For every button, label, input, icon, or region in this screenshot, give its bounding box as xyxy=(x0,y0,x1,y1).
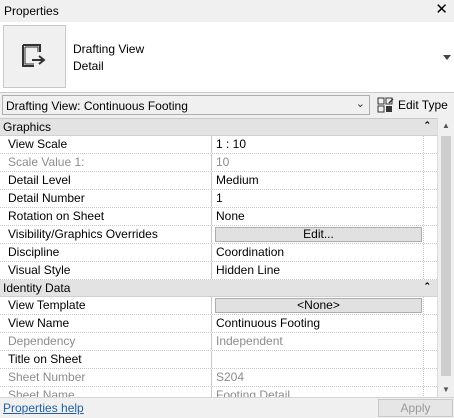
property-value[interactable]: Coordination xyxy=(213,244,424,261)
edit-type-button[interactable]: Edit Type xyxy=(377,94,453,116)
property-name: Title on Sheet xyxy=(0,351,212,368)
palette-title: Properties xyxy=(4,4,59,18)
property-value: 10 xyxy=(213,154,424,171)
collapse-icon[interactable]: ⌃ xyxy=(423,120,431,131)
instance-filter-dropdown[interactable]: Drafting View: Continuous Footing ⌄ xyxy=(2,95,370,115)
property-row: Title on Sheet xyxy=(0,351,437,369)
instance-selector-row: Drafting View: Continuous Footing ⌄ Edit… xyxy=(0,93,454,117)
property-row: Sheet Number S204 xyxy=(0,369,437,387)
property-row: View Template <None> xyxy=(0,297,437,315)
chevron-down-icon: ⌄ xyxy=(355,98,365,110)
properties-grid: Graphics ⌃ View Scale 1 : 10 Scale Value 1: 1… xyxy=(0,118,437,398)
property-value[interactable] xyxy=(213,351,424,368)
close-icon[interactable]: ✕ xyxy=(435,2,448,18)
type-dropdown-icon[interactable] xyxy=(443,55,451,60)
title-bar: Properties ✕ xyxy=(0,0,454,23)
property-row: Visual Style Hidden Line xyxy=(0,262,437,280)
property-value[interactable]: 1 : 10 xyxy=(213,136,424,153)
scroll-down-icon[interactable]: ▼ xyxy=(442,385,450,394)
scrollbar-thumb[interactable] xyxy=(441,136,451,376)
property-value[interactable]: Edit... xyxy=(213,226,424,243)
property-row: Detail Number 1 xyxy=(0,190,437,208)
edit-type-label: Edit Type xyxy=(398,98,448,112)
property-edit-button[interactable]: Edit... xyxy=(215,227,422,242)
property-value[interactable]: Hidden Line xyxy=(213,262,424,279)
property-name: Rotation on Sheet xyxy=(0,208,212,225)
group-title: Graphics xyxy=(3,120,52,134)
property-row: Scale Value 1: 10 xyxy=(0,154,437,172)
property-name: Visibility/Graphics Overrides xyxy=(0,226,212,243)
property-name: View Template xyxy=(0,297,212,314)
edit-type-icon xyxy=(377,97,394,113)
property-name: Detail Level xyxy=(0,172,212,189)
property-row: Visibility/Graphics Overrides Edit... xyxy=(0,226,437,244)
group-title: Identity Data xyxy=(3,281,71,295)
property-value: S204 xyxy=(213,369,424,386)
apply-button[interactable]: Apply xyxy=(378,399,453,417)
property-name: Sheet Number xyxy=(0,369,212,386)
property-value[interactable]: Continuous Footing xyxy=(213,315,424,332)
property-value[interactable]: 1 xyxy=(213,190,424,207)
properties-help-link[interactable]: Properties help xyxy=(3,401,84,415)
property-row: Dependency Independent xyxy=(0,333,437,351)
property-row: View Scale 1 : 10 xyxy=(0,136,437,154)
property-name: View Scale xyxy=(0,136,212,153)
collapse-icon[interactable]: ⌃ xyxy=(423,281,431,292)
property-name: Detail Number xyxy=(0,190,212,207)
property-name: Discipline xyxy=(0,244,212,261)
instance-filter-value: Drafting View: Continuous Footing xyxy=(6,99,188,113)
property-value: Independent xyxy=(213,333,424,350)
property-row: Discipline Coordination xyxy=(0,244,437,262)
group-header-graphics[interactable]: Graphics ⌃ xyxy=(0,119,437,136)
drafting-view-icon xyxy=(3,25,66,88)
vertical-scrollbar[interactable]: ▲ ▼ xyxy=(437,118,454,397)
scroll-up-icon[interactable]: ▲ xyxy=(442,121,450,130)
property-edit-button[interactable]: <None> xyxy=(215,298,422,313)
group-header-identity-data[interactable]: Identity Data ⌃ xyxy=(0,280,437,297)
type-selector[interactable]: Drafting View Detail xyxy=(0,22,454,93)
property-name: Visual Style xyxy=(0,262,212,279)
property-name: Scale Value 1: xyxy=(0,154,212,171)
property-name: Dependency xyxy=(0,333,212,350)
property-name: View Name xyxy=(0,315,212,332)
property-value[interactable]: <None> xyxy=(213,297,424,314)
property-value[interactable]: None xyxy=(213,208,424,225)
type-family-label: Drafting View xyxy=(73,42,145,56)
footer-bar: Properties help Apply xyxy=(0,397,454,418)
property-row: Detail Level Medium xyxy=(0,172,437,190)
property-row: Rotation on Sheet None xyxy=(0,208,437,226)
type-name-label: Detail xyxy=(73,59,104,73)
property-row: View Name Continuous Footing xyxy=(0,315,437,333)
property-value[interactable]: Medium xyxy=(213,172,424,189)
